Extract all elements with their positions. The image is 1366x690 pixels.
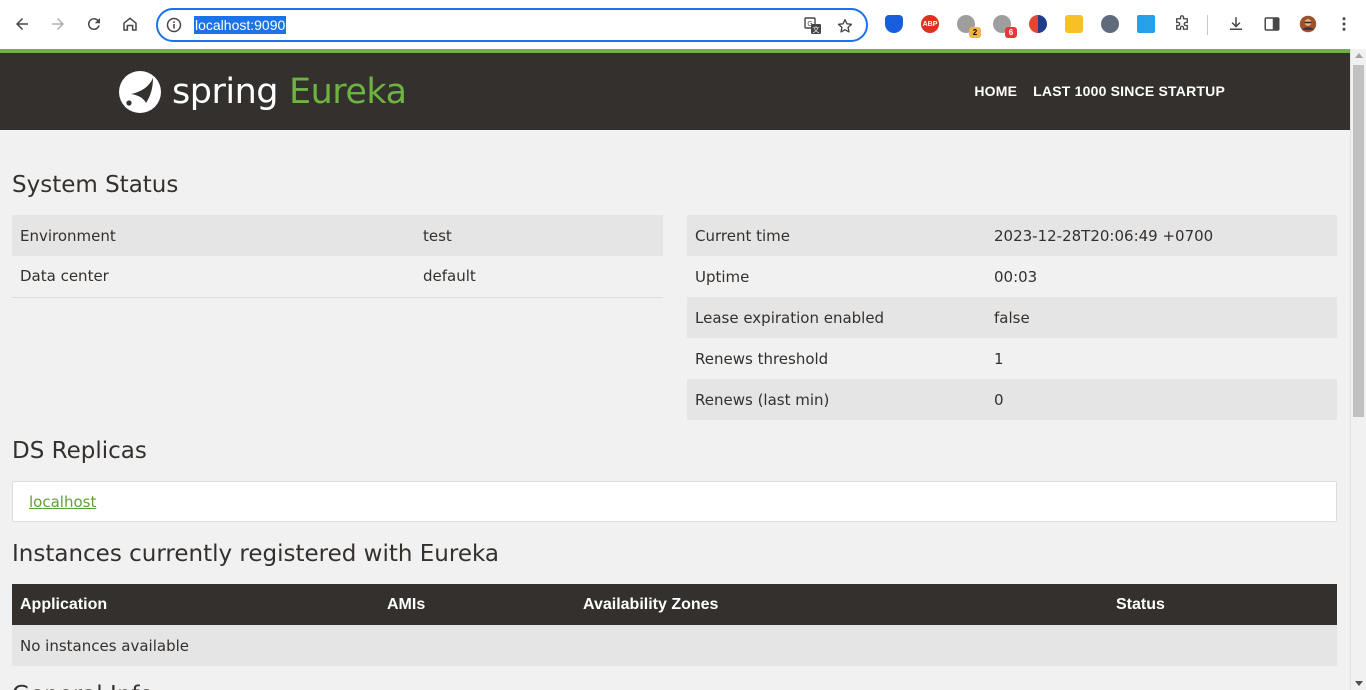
downloads-button[interactable]: [1224, 12, 1248, 36]
browser-toolbar: localhost:9090 文G ABP 2 6: [0, 0, 1366, 49]
row-value: 2023-12-28T20:06:49 +0700: [986, 215, 1337, 256]
avatar-icon: [1299, 15, 1317, 33]
back-button[interactable]: [10, 12, 34, 36]
table-row: Renews threshold 1: [687, 338, 1337, 379]
row-value: test: [415, 215, 663, 256]
system-status-heading: System Status: [12, 172, 179, 198]
scroll-down-icon[interactable]: [1355, 681, 1363, 686]
download-icon: [1230, 17, 1242, 30]
extension-badge-icon[interactable]: 6: [993, 15, 1017, 38]
url-text[interactable]: localhost:9090: [194, 16, 287, 34]
spring-eureka-logo[interactable]: spring Eureka: [117, 69, 407, 115]
instances-heading: Instances currently registered with Eure…: [12, 541, 499, 567]
toolbar-divider: [1207, 15, 1208, 35]
more-vert-icon: [1342, 17, 1346, 31]
profile-avatar[interactable]: [1296, 12, 1320, 36]
column-application: Application: [12, 584, 379, 625]
row-key: Renews (last min): [687, 379, 986, 420]
bitwarden-icon[interactable]: [885, 15, 903, 33]
table-row: Lease expiration enabled false: [687, 297, 1337, 338]
window-icon[interactable]: [1137, 15, 1155, 33]
eureka-navbar: spring Eureka HOME LAST 1000 SINCE START…: [0, 53, 1350, 130]
nav-links: HOME LAST 1000 SINCE STARTUP: [974, 83, 1225, 99]
column-amis: AMIs: [379, 584, 575, 625]
row-value: 0: [986, 379, 1337, 420]
row-key: Renews threshold: [687, 338, 986, 379]
address-bar[interactable]: localhost:9090 文G: [156, 8, 868, 42]
bookmark-star-icon[interactable]: [836, 17, 854, 35]
replica-list: localhost: [12, 481, 1337, 522]
ds-replicas-heading: DS Replicas: [12, 438, 147, 464]
row-value: 00:03: [986, 256, 1337, 297]
table-row: Renews (last min) 0: [687, 379, 1337, 420]
side-panel-icon: [1264, 17, 1280, 31]
row-key: Data center: [12, 256, 415, 297]
column-status: Status: [1108, 584, 1337, 625]
svg-text:文: 文: [813, 25, 820, 34]
forward-button[interactable]: [46, 12, 70, 36]
table-row: No instances available: [12, 625, 1337, 666]
replica-link[interactable]: localhost: [29, 493, 96, 511]
system-status-table-right: Current time 2023-12-28T20:06:49 +0700 U…: [687, 215, 1337, 420]
arrow-right-icon: [52, 18, 64, 30]
menu-button[interactable]: [1332, 12, 1356, 36]
svg-text:G: G: [807, 20, 812, 28]
table-row: Current time 2023-12-28T20:06:49 +0700: [687, 215, 1337, 256]
cursor-icon[interactable]: [1101, 15, 1119, 33]
spring-leaf-icon: [119, 71, 161, 113]
row-key: Lease expiration enabled: [687, 297, 986, 338]
info-icon[interactable]: [166, 17, 182, 33]
table-row: Data center default: [12, 256, 663, 297]
column-availability-zones: Availability Zones: [575, 584, 1108, 625]
row-value: default: [415, 256, 663, 297]
theme-icon[interactable]: [1029, 15, 1047, 33]
row-key: Current time: [687, 215, 986, 256]
notes-icon[interactable]: [1065, 15, 1083, 33]
row-value: false: [986, 297, 1337, 338]
row-value: 1: [986, 338, 1337, 379]
extension-badge-icon[interactable]: 2: [957, 15, 981, 38]
empty-instances-text: No instances available: [12, 625, 1337, 666]
table-row: Uptime 00:03: [687, 256, 1337, 297]
nav-home-link[interactable]: HOME: [974, 83, 1017, 99]
logo-eureka-text: Eureka: [288, 72, 407, 112]
scroll-up-icon[interactable]: [1355, 53, 1363, 58]
nav-last1000-link[interactable]: LAST 1000 SINCE STARTUP: [1033, 83, 1225, 99]
arrow-left-icon: [16, 18, 28, 30]
reload-button[interactable]: [82, 12, 106, 36]
home-icon: [123, 17, 137, 31]
instances-table: Application AMIs Availability Zones Stat…: [12, 584, 1337, 666]
reload-icon: [87, 18, 100, 31]
side-panel-button[interactable]: [1260, 12, 1284, 36]
puzzle-icon[interactable]: [1173, 15, 1191, 33]
table-header-row: Application AMIs Availability Zones Stat…: [12, 584, 1337, 625]
table-row: Environment test: [12, 215, 663, 256]
adblock-plus-icon[interactable]: ABP: [921, 15, 939, 33]
system-status-table-left: Environment test Data center default: [12, 215, 663, 298]
row-key: Environment: [12, 215, 415, 256]
row-key: Uptime: [687, 256, 986, 297]
translate-icon[interactable]: 文G: [804, 17, 822, 35]
scroll-thumb[interactable]: [1353, 65, 1364, 417]
logo-spring-text: spring: [172, 72, 278, 112]
page-scrollbar[interactable]: [1350, 49, 1366, 690]
home-button[interactable]: [118, 12, 142, 36]
general-info-heading: General Info: [12, 682, 153, 690]
